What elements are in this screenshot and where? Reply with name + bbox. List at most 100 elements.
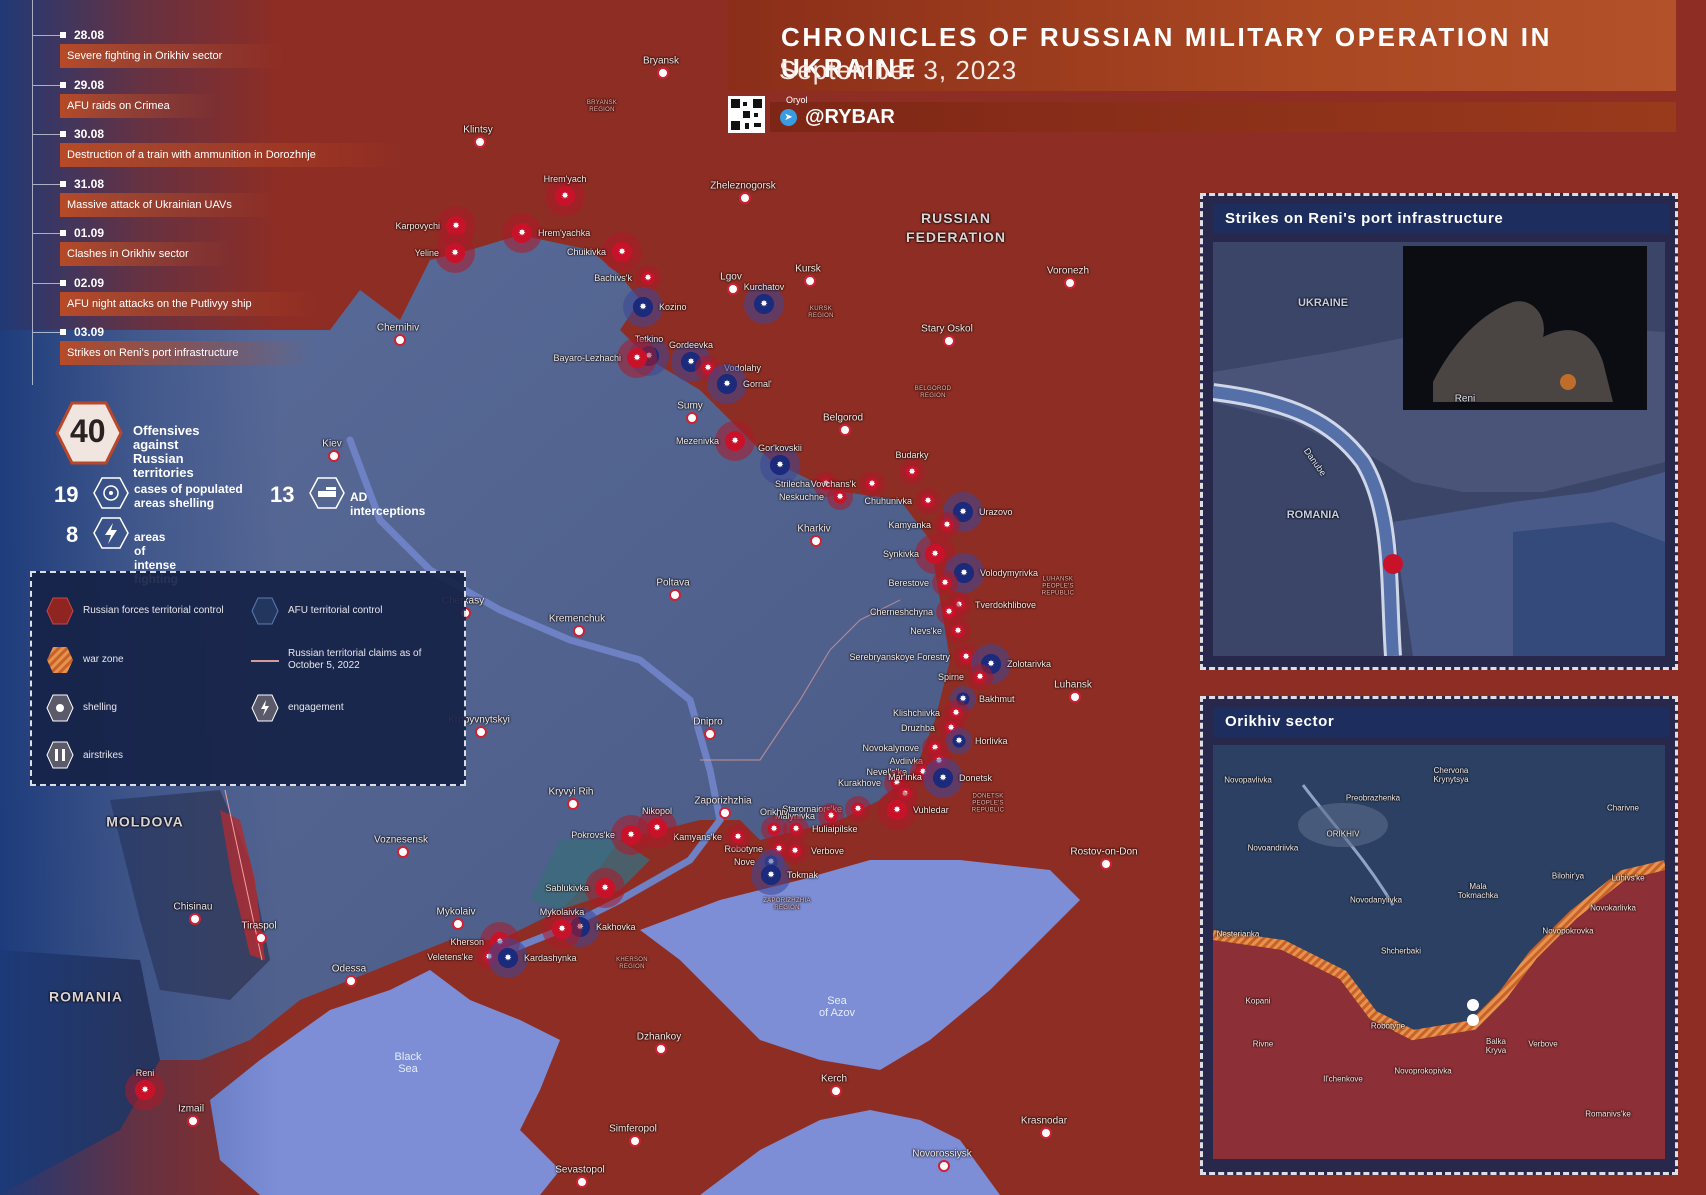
timeline-tick xyxy=(33,84,60,86)
legend-engagement-icon xyxy=(251,694,279,722)
orikhiv-place-label: Novopokrovka xyxy=(1542,926,1594,936)
event-label: Hrem'yach xyxy=(543,174,587,184)
timeline-event[interactable]: Strikes on Reni's port infrastructure xyxy=(60,341,312,365)
russian-action-marker-icon[interactable]: ✸ xyxy=(502,213,542,253)
country-label-romania: ROMANIA xyxy=(49,988,123,1005)
event-label: Hrem'yachka xyxy=(538,228,591,238)
city-label: Dnipro xyxy=(693,716,723,728)
russian-action-marker-icon[interactable]: ✸ xyxy=(945,618,971,644)
shelling-label: cases of populated areas shelling xyxy=(134,482,243,510)
orikhiv-place-label: Balka Kryva xyxy=(1485,1037,1507,1055)
city-label: Sevastopol xyxy=(555,1164,605,1176)
russian-action-marker-icon[interactable]: ✸ xyxy=(859,471,885,497)
timeline-tick xyxy=(33,233,60,234)
timeline-axis xyxy=(32,0,33,385)
timeline: 28.08 Severe fighting in Orikhiv sector 29… xyxy=(0,0,404,385)
timeline-bullet xyxy=(60,230,66,236)
timeline-date: 31.08 xyxy=(74,176,105,191)
event-label: Bachivs'k xyxy=(594,273,632,283)
afu-action-marker-icon[interactable]: ✸ xyxy=(751,855,791,895)
city-label: Izmail xyxy=(177,1103,205,1115)
legend-war-zone: war zone xyxy=(83,654,124,665)
timeline-event[interactable]: AFU raids on Crimea xyxy=(60,93,217,118)
orikhiv-place-label: Novoprokopivka xyxy=(1394,1066,1452,1076)
city-marker-icon xyxy=(839,424,851,436)
russian-action-marker-icon[interactable]: ✸ xyxy=(435,233,475,273)
fighting-count: 8 xyxy=(66,522,79,547)
telegram-icon[interactable]: ➤ xyxy=(780,109,797,126)
orikhiv-place-label: Robotyne xyxy=(1370,1021,1406,1031)
event-label: Klishchiivka xyxy=(892,708,940,718)
timeline-bullet xyxy=(60,32,66,38)
russian-action-marker-icon[interactable]: ✸ xyxy=(725,824,751,850)
afu-action-marker-icon[interactable]: ✸ xyxy=(488,938,528,978)
city-label: Kiev xyxy=(322,438,342,450)
city-marker-icon xyxy=(255,932,267,944)
city-label: Zheleznogorsk xyxy=(710,180,776,192)
timeline-date: 29.08 xyxy=(74,77,105,92)
legend-warzone-swatch xyxy=(47,647,73,673)
orikhiv-place-label: Charivne xyxy=(1606,803,1640,813)
russian-action-marker-icon[interactable]: ✸ xyxy=(585,868,625,908)
afu-action-marker-icon[interactable]: ✸ xyxy=(946,728,972,754)
qr-code-icon[interactable] xyxy=(728,96,765,133)
russian-action-marker-icon[interactable]: ✸ xyxy=(715,421,755,461)
event-label: Tverdokhlibove xyxy=(975,600,1037,610)
city-label: Belgorod xyxy=(822,412,864,424)
legend-panel: Russian forces territorial control AFU t… xyxy=(30,571,466,786)
timeline-event[interactable]: Destruction of a train with ammunition i… xyxy=(60,143,404,167)
legend-claims: Russian territorial claims as of October… xyxy=(288,648,422,671)
city-marker-icon xyxy=(187,1115,199,1127)
russian-action-marker-icon[interactable]: ✸ xyxy=(915,488,941,514)
russian-action-marker-icon[interactable]: ✸ xyxy=(782,838,808,864)
russian-action-marker-icon[interactable]: ✸ xyxy=(877,790,917,830)
city-marker-icon xyxy=(1069,691,1081,703)
timeline-event[interactable]: Clashes in Orikhiv sector xyxy=(60,242,232,266)
event-label: Huliaipilske xyxy=(812,824,858,834)
orikhiv-place-label: Mala Tokmachka xyxy=(1457,882,1499,900)
channel-handle[interactable]: @RYBAR xyxy=(805,106,895,129)
timeline-bullet xyxy=(60,279,66,286)
city-marker-icon xyxy=(474,136,486,148)
shelling-crosshair-icon xyxy=(93,477,129,509)
inset-orikhiv-title: Orikhiv sector xyxy=(1213,707,1669,737)
event-label: Mar'inka xyxy=(888,772,922,782)
afu-action-marker-icon[interactable]: ✸ xyxy=(707,364,747,404)
russian-action-marker-icon[interactable]: ✸ xyxy=(899,459,925,485)
orikhiv-place-label: Bilohir'ya xyxy=(1551,871,1585,881)
city-label: Kharkiv xyxy=(797,523,831,535)
legend-russian-swatch xyxy=(46,597,74,625)
event-label: Urazovo xyxy=(979,507,1013,517)
city-marker-icon xyxy=(686,412,698,424)
city-label: Novorossiysk xyxy=(912,1148,972,1160)
region-label: ZAPORIZHZHIA REGION xyxy=(763,898,811,911)
legend-airstrikes-icon xyxy=(46,741,74,769)
city-marker-icon xyxy=(830,1085,842,1097)
country-label-russia: RUSSIAN FEDERATION xyxy=(906,210,1006,245)
city-label: Kremenchuk xyxy=(548,613,606,625)
event-label: Bayaro-Lezhachi xyxy=(553,353,621,363)
timeline-date: 03.09 xyxy=(74,325,105,339)
city-marker-icon xyxy=(576,1176,588,1188)
event-label: Kozino xyxy=(659,302,687,312)
timeline-event[interactable]: Massive attack of Ukrainian UAVs xyxy=(60,192,279,217)
russian-action-marker-icon[interactable]: ✸ xyxy=(602,232,642,272)
russian-action-marker-icon[interactable]: ✸ xyxy=(617,338,657,378)
timeline-event[interactable]: AFU night attacks on the Putlivyy ship xyxy=(60,291,318,316)
event-label: Zolotarivka xyxy=(1007,659,1052,669)
event-label: Kakhovka xyxy=(596,922,636,932)
orikhiv-place-label: Romanivs'ke xyxy=(1585,1109,1631,1119)
timeline-date: 30.08 xyxy=(74,127,105,141)
legend-shelling-icon xyxy=(46,694,74,722)
event-label: Chuhunivka xyxy=(864,496,912,506)
russian-action-marker-icon[interactable]: ✸ xyxy=(611,815,651,855)
timeline-event[interactable]: Severe fighting in Orikhiv sector xyxy=(60,44,285,68)
afu-action-marker-icon[interactable]: ✸ xyxy=(623,287,663,327)
city-marker-icon xyxy=(727,283,739,295)
russian-action-marker-icon[interactable]: ✸ xyxy=(845,796,871,822)
event-label: Pokrovs'ke xyxy=(571,830,615,840)
city-label: Zaporizhzhia xyxy=(694,795,752,807)
russian-action-marker-icon[interactable]: ✸ xyxy=(967,664,993,690)
event-label: Cherneshchyna xyxy=(869,607,933,617)
afu-action-marker-icon[interactable]: ✸ xyxy=(923,758,963,798)
